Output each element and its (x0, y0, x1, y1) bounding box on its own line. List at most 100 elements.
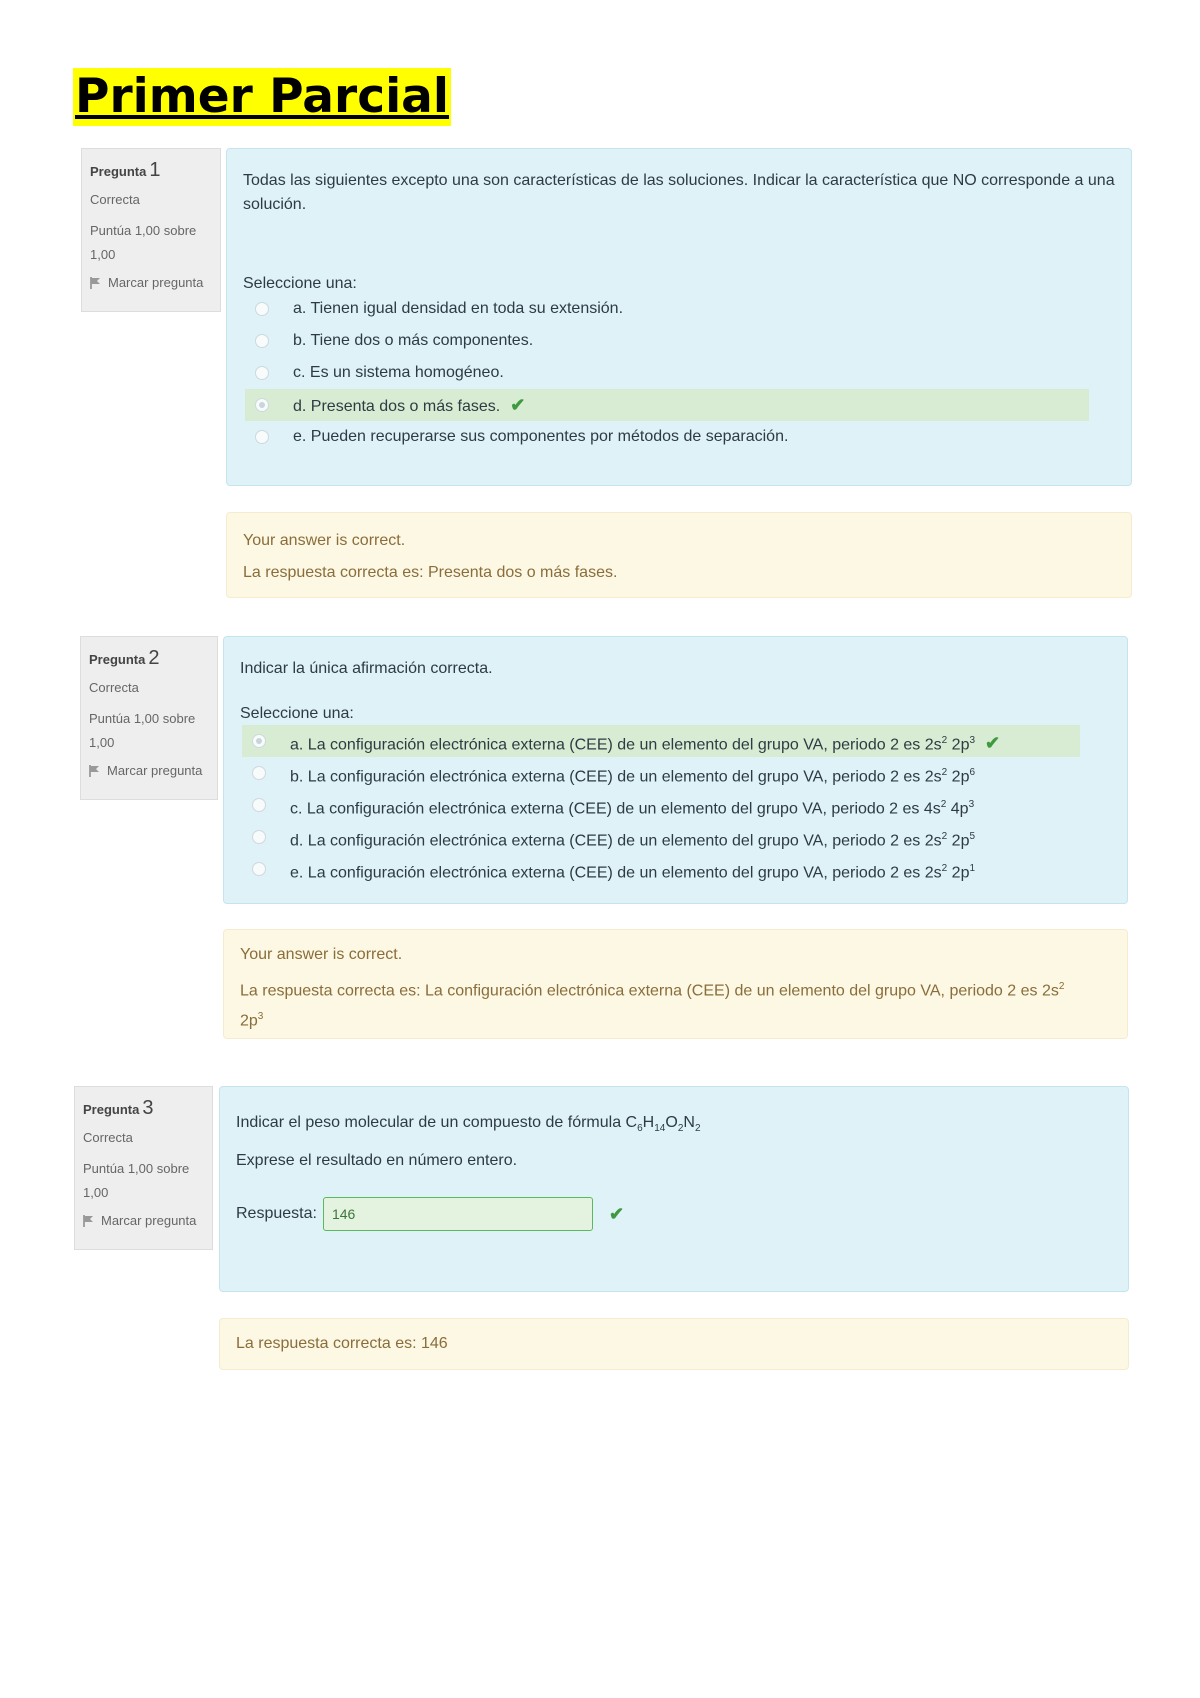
exponent: 3 (969, 735, 976, 746)
radio-button[interactable] (252, 798, 266, 812)
feedback-right-answer: La respuesta correcta es: 146 (236, 1335, 448, 1352)
option-label: b. La configuración electrónica externa … (290, 768, 942, 786)
option-e[interactable]: e. La configuración electrónica externa … (242, 853, 1080, 885)
flag-label: Marcar pregunta (101, 1213, 197, 1228)
question-info-1: Pregunta 1 Correcta Puntúa 1,00 sobre 1,0… (81, 148, 221, 312)
radio-button[interactable] (255, 334, 269, 348)
option-label: a. La configuración electrónica externa … (290, 736, 942, 754)
check-icon: ✔ (608, 1203, 625, 1224)
question-state: Correcta (83, 1130, 133, 1145)
exponent: 1 (969, 863, 976, 874)
question-state: Correcta (89, 680, 139, 695)
question-content-2: Indicar la única afirmación correcta. Se… (223, 636, 1128, 904)
options-list: a. La configuración electrónica externa … (240, 725, 1080, 885)
option-label: c. Es un sistema homogéneo. (293, 364, 504, 381)
feedback-1: Your answer is correct. La respuesta cor… (226, 512, 1132, 598)
feedback-right-answer: La respuesta correcta es: Presenta dos o… (243, 564, 618, 581)
option-c[interactable]: c. La configuración electrónica externa … (242, 789, 1080, 821)
question-text: Indicar la única afirmación correcta. (240, 660, 493, 677)
feedback-right-text: La respuesta correcta es: La configuraci… (240, 982, 1059, 1000)
feedback-general: Your answer is correct. (243, 532, 406, 549)
page-title: Primer Parcial (73, 68, 452, 126)
option-label: e. Pueden recuperarse sus componentes po… (293, 428, 789, 445)
option-b[interactable]: b. Tiene dos o más componentes. (245, 325, 1089, 357)
check-icon: ✔ (510, 395, 526, 415)
radio-button[interactable] (252, 862, 266, 876)
option-label-p: 2p (947, 832, 970, 850)
flag-question-link[interactable]: Marcar pregunta (83, 1213, 204, 1228)
radio-button[interactable] (255, 430, 269, 444)
question-text: Indicar el peso molecular de un compuest… (236, 1107, 1112, 1145)
question-info-3: Pregunta 3 Correcta Puntúa 1,00 sobre 1,0… (74, 1086, 213, 1250)
flag-question-link[interactable]: Marcar pregunta (89, 763, 209, 778)
question-content-1: Todas las siguientes excepto una son car… (226, 148, 1132, 486)
question-number: Pregunta 2 (89, 647, 209, 670)
question-text-2: Exprese el resultado en número entero. (236, 1152, 518, 1170)
question-number-value: 1 (149, 159, 161, 181)
question-text: Todas las siguientes excepto una son car… (243, 172, 1115, 213)
question-number: Pregunta 1 (90, 159, 212, 182)
option-label-p: 2p (947, 864, 970, 882)
feedback-right-answer: La respuesta correcta es: La configuraci… (240, 974, 1111, 1035)
radio-button[interactable] (255, 302, 269, 316)
answer-input[interactable] (322, 1197, 593, 1232)
option-label-p: 2p (947, 768, 970, 786)
option-c[interactable]: c. Es un sistema homogéneo. (245, 357, 1089, 389)
option-d[interactable]: d. La configuración electrónica externa … (242, 821, 1080, 853)
option-a[interactable]: a. La configuración electrónica externa … (242, 725, 1080, 757)
question-grade: Puntúa 1,00 sobre 1,00 (83, 1161, 190, 1200)
formula-element: O (665, 1114, 678, 1131)
radio-button[interactable] (252, 734, 266, 748)
exponent: 3 (968, 799, 975, 810)
exponent: 5 (969, 831, 976, 842)
radio-button[interactable] (255, 398, 269, 412)
formula-subscript: 14 (654, 1123, 666, 1135)
flag-label: Marcar pregunta (108, 275, 204, 290)
question-text-prefix: Indicar el peso molecular de un compuest… (236, 1114, 638, 1131)
radio-button[interactable] (252, 766, 266, 780)
option-label: a. Tienen igual densidad en toda su exte… (293, 300, 624, 317)
question-grade: Puntúa 1,00 sobre 1,00 (89, 711, 196, 750)
radio-button[interactable] (255, 366, 269, 380)
radio-button[interactable] (252, 830, 266, 844)
answer-label: Respuesta: (236, 1205, 317, 1223)
answer-prompt: Seleccione una: (243, 275, 357, 292)
feedback-3: La respuesta correcta es: 146 (219, 1318, 1129, 1370)
question-number: Pregunta 3 (83, 1097, 204, 1120)
flag-icon (83, 1214, 93, 1227)
question-number-value: 3 (142, 1097, 154, 1119)
exponent: 2 (1058, 981, 1065, 992)
feedback-2: Your answer is correct. La respuesta cor… (223, 929, 1128, 1039)
question-grade: Puntúa 1,00 sobre 1,00 (90, 223, 197, 262)
option-label: b. Tiene dos o más componentes. (293, 332, 534, 349)
answer-row: Respuesta: ✔ (236, 1197, 1112, 1232)
flag-label: Marcar pregunta (107, 763, 203, 778)
feedback-right-p: 2p (240, 1012, 258, 1030)
exponent: 6 (969, 767, 976, 778)
option-b[interactable]: b. La configuración electrónica externa … (242, 757, 1080, 789)
formula-subscript: 2 (694, 1123, 701, 1135)
question-state: Correcta (90, 192, 140, 207)
formula-element: N (683, 1114, 695, 1131)
option-e[interactable]: e. Pueden recuperarse sus componentes po… (245, 421, 1089, 453)
option-d[interactable]: d. Presenta dos o más fases. ✔ (245, 389, 1089, 421)
question-number-value: 2 (148, 647, 160, 669)
feedback-general: Your answer is correct. (240, 946, 403, 963)
question-label: Pregunta (89, 652, 146, 667)
flag-icon (89, 764, 99, 777)
check-icon: ✔ (985, 733, 1001, 754)
question-label: Pregunta (90, 164, 147, 179)
option-label-p: 4p (946, 800, 969, 818)
option-label: d. La configuración electrónica externa … (290, 832, 942, 850)
answer-prompt: Seleccione una: (240, 705, 354, 722)
option-label: e. La configuración electrónica externa … (290, 864, 942, 882)
flag-question-link[interactable]: Marcar pregunta (90, 275, 212, 290)
formula-element: H (642, 1114, 655, 1131)
question-label: Pregunta (83, 1102, 140, 1117)
option-label: c. La configuración electrónica externa … (290, 800, 941, 818)
option-a[interactable]: a. Tienen igual densidad en toda su exte… (245, 293, 1089, 325)
options-list: a. Tienen igual densidad en toda su exte… (243, 293, 1089, 453)
flag-icon (90, 276, 100, 289)
question-info-2: Pregunta 2 Correcta Puntúa 1,00 sobre 1,0… (80, 636, 218, 800)
option-label: d. Presenta dos o más fases. (293, 398, 501, 415)
